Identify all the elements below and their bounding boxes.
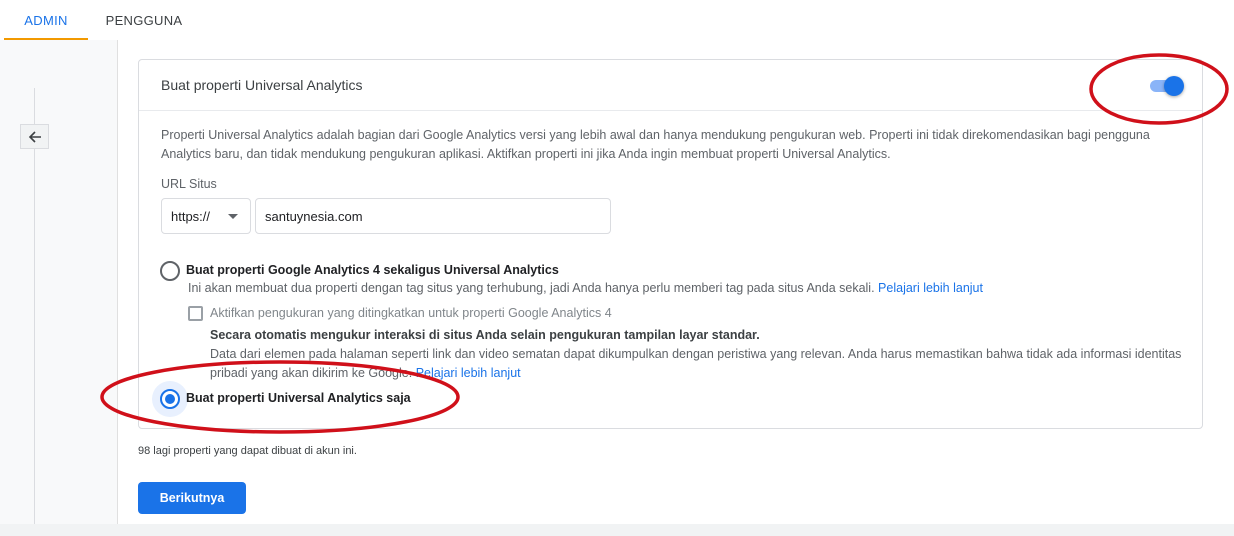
learn-more-link-1[interactable]: Pelajari lebih lanjut <box>878 281 983 295</box>
radio-ua-only[interactable] <box>160 389 180 409</box>
enhanced-measurement-label[interactable]: Aktifkan pengukuran yang ditingkatkan un… <box>210 306 612 320</box>
caret-down-icon <box>228 214 238 219</box>
url-label: URL Situs <box>161 177 217 191</box>
ga-admin-page: ADMIN PENGGUNA Buat properti Universal A… <box>0 0 1234 536</box>
learn-more-link-2[interactable]: Pelajari lebih lanjut <box>416 366 521 380</box>
universal-analytics-card: Buat properti Universal Analytics Proper… <box>138 59 1203 429</box>
universal-analytics-toggle[interactable] <box>1148 76 1184 96</box>
card-description: Properti Universal Analytics adalah bagi… <box>161 128 1150 161</box>
option-ga4-and-ua-label[interactable]: Buat properti Google Analytics 4 sekalig… <box>186 263 559 277</box>
tab-pengguna[interactable]: PENGGUNA <box>96 0 192 40</box>
property-quota-text: 98 lagi properti yang dapat dibuat di ak… <box>138 445 357 457</box>
option-ga4-and-ua-description: Ini akan membuat dua properti dengan tag… <box>188 281 983 295</box>
left-rail-line <box>34 88 35 524</box>
toggle-knob <box>1164 76 1184 96</box>
option-ua-only-label[interactable]: Buat properti Universal Analytics saja <box>186 391 411 405</box>
card-header: Buat properti Universal Analytics <box>139 60 1202 111</box>
enhanced-measurement-subtitle: Secara otomatis mengukur interaksi di si… <box>210 328 760 342</box>
top-tab-bar: ADMIN PENGGUNA <box>0 0 1234 40</box>
radio-ga4-and-ua[interactable] <box>160 261 180 281</box>
protocol-select[interactable]: https:// <box>161 198 251 234</box>
protocol-value: https:// <box>171 208 211 224</box>
card-title: Buat properti Universal Analytics <box>161 77 363 93</box>
bottom-strip <box>0 524 1234 536</box>
enhanced-measurement-checkbox[interactable] <box>188 306 203 321</box>
next-button[interactable]: Berikutnya <box>138 482 246 514</box>
enhanced-measurement-description: Data dari elemen pada halaman seperti li… <box>210 345 1185 383</box>
enhanced-measurement-desc-text: Data dari elemen pada halaman seperti li… <box>210 347 1182 380</box>
option-ga4-desc-text: Ini akan membuat dua properti dengan tag… <box>188 281 875 295</box>
arrow-left-icon <box>28 130 41 143</box>
back-button[interactable] <box>20 124 49 149</box>
tab-admin[interactable]: ADMIN <box>4 0 88 40</box>
site-url-input[interactable] <box>255 198 611 234</box>
